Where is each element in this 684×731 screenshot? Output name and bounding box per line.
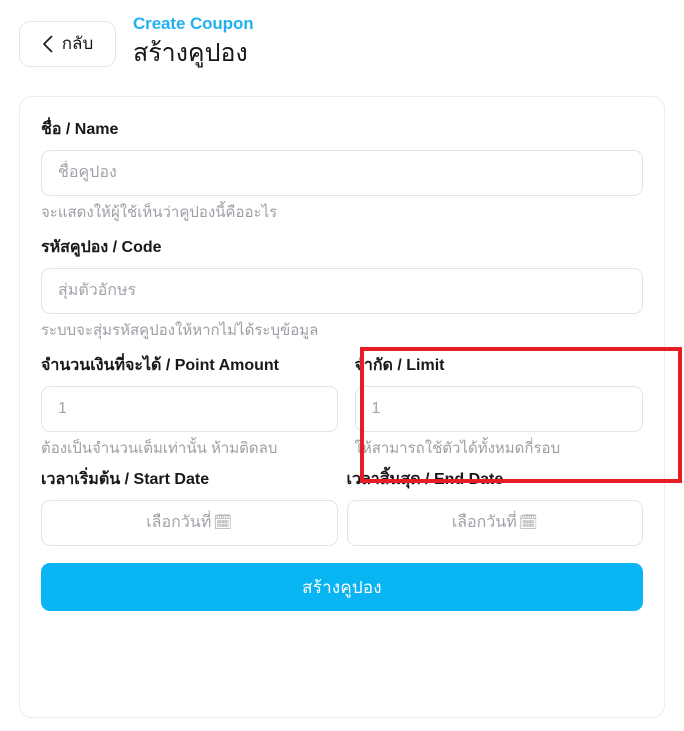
date-row: เวลาเริ่มต้น / Start Date เลือกวันที่ 🗓 เ… (41, 469, 643, 546)
limit-helper-text: ให้สามารถใช้ตัวได้ทั้งหมดกี่รอบ (354, 440, 561, 457)
calendar-icon: 🗓 (213, 514, 233, 531)
point-amount-input[interactable] (41, 386, 338, 432)
field-group-code: รหัสคูปอง / Code ระบบจะสุ่มรหัสคูปองให้ห… (41, 237, 643, 341)
page-title-th: สร้างคูปอง (133, 39, 248, 67)
limit-label: จำกัด / Limit (354, 357, 445, 374)
code-input[interactable] (41, 268, 643, 314)
chevron-left-icon (42, 35, 53, 53)
page-title-group: Create Coupon สร้างคูปอง (133, 13, 254, 70)
code-label: รหัสคูปอง / Code (41, 239, 162, 256)
end-date-placeholder: เลือกวันที่ (451, 514, 517, 531)
back-button[interactable]: กลับ (19, 21, 116, 67)
back-button-label: กลับ (61, 33, 94, 53)
end-date-picker[interactable]: เลือกวันที่ 🗓 (346, 500, 643, 546)
field-group-point-amount: จำนวนเงินที่จะได้ / Point Amount ต้องเป็… (41, 355, 338, 459)
end-date-label: เวลาสิ้นสุด / End Date (346, 471, 504, 488)
field-group-end-date: เวลาสิ้นสุด / End Date เลือกวันที่ 🗓 (346, 469, 643, 546)
field-group-name: ชื่อ / Name จะแสดงให้ผู้ใช้เห็นว่าคูปองน… (41, 119, 643, 223)
create-coupon-page: กลับ Create Coupon สร้างคูปอง ชื่อ / Nam… (0, 0, 684, 731)
coupon-form-card: ชื่อ / Name จะแสดงให้ผู้ใช้เห็นว่าคูปองน… (19, 96, 682, 718)
page-header: กลับ Create Coupon สร้างคูปอง (0, 0, 684, 96)
point-amount-helper-text: ต้องเป็นจำนวนเต็มเท่านั้น ห้ามติดลบ (41, 440, 278, 457)
start-date-picker[interactable]: เลือกวันที่ 🗓 (41, 500, 338, 546)
name-label: ชื่อ / Name (41, 121, 119, 138)
create-coupon-button[interactable]: สร้างคูปอง (41, 563, 643, 611)
start-date-placeholder: เลือกวันที่ (146, 514, 212, 531)
calendar-icon: 🗓 (518, 514, 538, 531)
code-helper-text: ระบบจะสุ่มรหัสคูปองให้หากไม่ได้ระบุข้อมู… (41, 322, 319, 339)
field-group-limit: จำกัด / Limit ให้สามารถใช้ตัวได้ทั้งหมดก… (347, 355, 643, 459)
start-date-label: เวลาเริ่มต้น / Start Date (41, 471, 210, 488)
amount-limit-row: จำนวนเงินที่จะได้ / Point Amount ต้องเป็… (41, 347, 682, 483)
limit-input[interactable] (354, 386, 643, 432)
point-amount-label: จำนวนเงินที่จะได้ / Point Amount (41, 357, 279, 374)
field-group-start-date: เวลาเริ่มต้น / Start Date เลือกวันที่ 🗓 (41, 469, 338, 546)
page-title-en: Create Coupon (133, 14, 254, 33)
name-helper-text: จะแสดงให้ผู้ใช้เห็นว่าคูปองนี้คืออะไร (41, 204, 278, 221)
name-input[interactable] (41, 150, 643, 196)
